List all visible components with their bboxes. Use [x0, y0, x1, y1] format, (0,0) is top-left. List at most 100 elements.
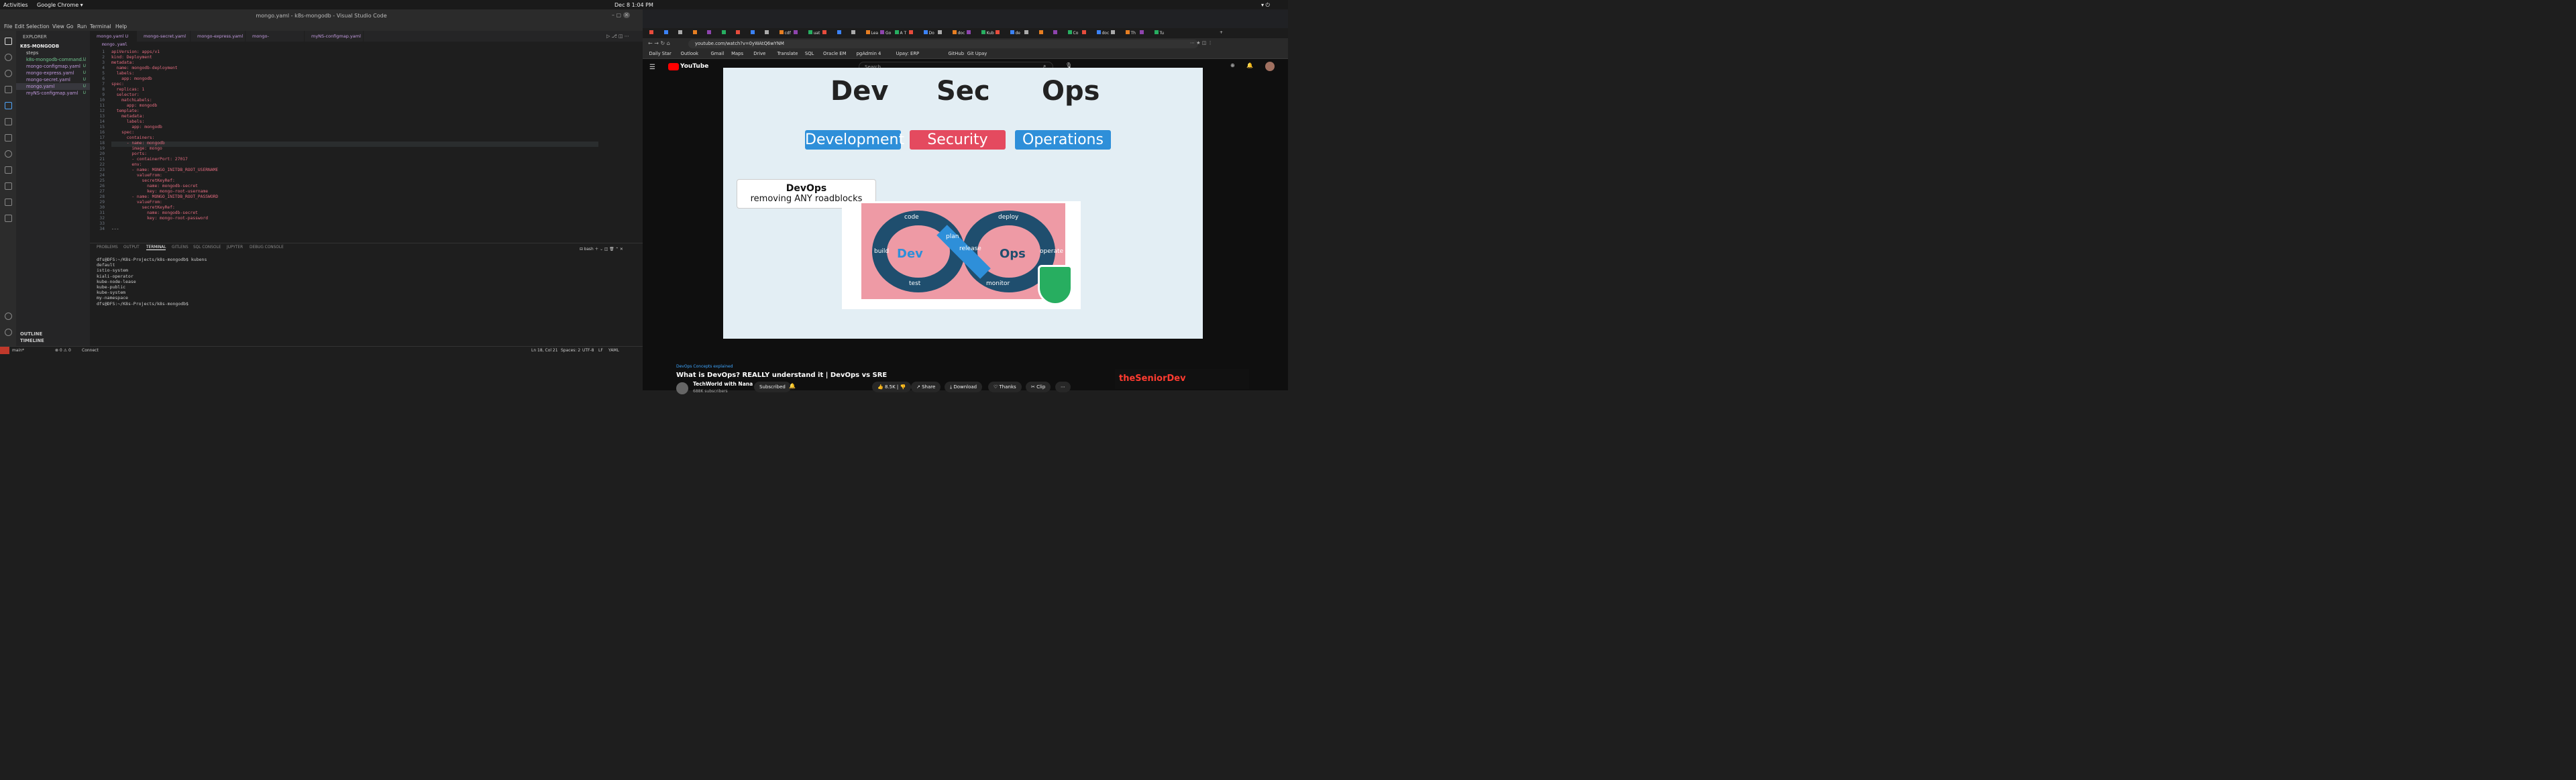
- menu-view[interactable]: View: [52, 23, 64, 30]
- tab-mongo-express[interactable]: mongo-express.yaml U: [191, 31, 246, 50]
- file-tree-item[interactable]: mongo-express.yaml U: [16, 70, 90, 76]
- browser-tab[interactable]: [663, 30, 678, 38]
- more-actions-button[interactable]: ⋯: [1055, 382, 1071, 392]
- tab-gitlens[interactable]: GITLENS: [172, 245, 189, 249]
- browser-tab[interactable]: [649, 30, 663, 38]
- connect-status[interactable]: Connect: [82, 348, 99, 353]
- notification-bell-icon[interactable]: 🔔: [789, 383, 796, 389]
- browser-tab[interactable]: [736, 30, 749, 38]
- active-app-menu[interactable]: Google Chrome ▾: [37, 2, 83, 8]
- youtube-logo-icon[interactable]: [668, 63, 679, 70]
- nav-buttons[interactable]: ← → ↻ ⌂: [648, 40, 670, 46]
- toolbar-icons[interactable]: ⋯ ★ ◫ ⋮: [1190, 40, 1213, 46]
- thanks-button[interactable]: ♡ Thanks: [988, 382, 1022, 392]
- timeline-section[interactable]: TIMELINE: [16, 337, 90, 344]
- like-button[interactable]: 👍 8.5K | 👎: [872, 382, 912, 392]
- terminal-shell-label[interactable]: ⊟ bash ＋ ⌄ ◫ 🗑 ⌃ ✕: [580, 245, 623, 252]
- clock[interactable]: Dec 8 1:04 PM: [614, 2, 653, 8]
- menu-selection[interactable]: Selection: [26, 23, 50, 30]
- kubernetes-icon[interactable]: [5, 199, 12, 206]
- browser-tab[interactable]: cdf: [779, 30, 793, 38]
- gitlens-icon[interactable]: [5, 150, 12, 158]
- browser-tab[interactable]: doc: [952, 30, 966, 38]
- browser-tab[interactable]: [707, 30, 720, 38]
- browser-tab[interactable]: [765, 30, 778, 38]
- bookmark-item[interactable]: Gmail: [710, 51, 724, 56]
- bookmark-item[interactable]: Oracle EM: [823, 51, 846, 56]
- browser-tab[interactable]: [794, 30, 807, 38]
- address-bar[interactable]: youtube.com/watch?v=0yWAtQ6wYNM: [688, 40, 1198, 48]
- notifications-bell-icon[interactable]: 🔔: [1246, 62, 1253, 68]
- browser-tab[interactable]: Go: [880, 30, 894, 38]
- browser-tab[interactable]: uat: [808, 30, 822, 38]
- file-tree-item[interactable]: mongo-configmap.yaml U: [16, 63, 90, 70]
- browser-tab[interactable]: Do: [923, 30, 937, 38]
- file-tree-item[interactable]: mongo-secret.yaml U: [16, 76, 90, 83]
- breadcrumb[interactable]: mongo.yaml: [102, 42, 127, 47]
- language-mode[interactable]: YAML: [608, 348, 619, 353]
- remote-indicator[interactable]: [0, 347, 9, 354]
- testing-icon[interactable]: [5, 134, 12, 142]
- menu-run[interactable]: Run: [77, 23, 87, 30]
- menu-help[interactable]: Help: [115, 23, 127, 30]
- browser-tab[interactable]: doc: [1096, 30, 1110, 38]
- docker-icon[interactable]: [5, 166, 12, 174]
- bookmark-item[interactable]: Upay: ERP: [896, 51, 920, 56]
- tab-jupyter[interactable]: JUPYTER: [227, 245, 243, 249]
- menu-edit[interactable]: Edit: [15, 23, 25, 30]
- browser-tab[interactable]: A T: [894, 30, 908, 38]
- tab-problems[interactable]: PROBLEMS: [97, 245, 118, 249]
- bookmark-item[interactable]: SQL: [805, 51, 814, 56]
- activities-button[interactable]: Activities: [3, 2, 28, 8]
- channel-name[interactable]: TechWorld with Nana: [693, 381, 753, 387]
- browser-tab[interactable]: [909, 30, 922, 38]
- browser-tab[interactable]: [967, 30, 980, 38]
- bookmark-item[interactable]: Git Upay: [967, 51, 987, 56]
- browser-tab[interactable]: [1024, 30, 1038, 38]
- subscribed-button[interactable]: Subscribed: [754, 382, 791, 392]
- tab-myns-configmap[interactable]: myNS-configmap.yaml U: [305, 31, 364, 50]
- database-icon[interactable]: [5, 182, 12, 190]
- send-icon[interactable]: [5, 215, 12, 222]
- tab-terminal[interactable]: TERMINAL: [146, 245, 166, 250]
- browser-tab[interactable]: Th: [1125, 30, 1139, 38]
- editor-actions[interactable]: ▷ ⎇ ◫ ⋯: [606, 34, 629, 39]
- browser-tab[interactable]: [1140, 30, 1153, 38]
- cursor-position[interactable]: Ln 18, Col 21: [531, 348, 558, 353]
- browser-tab[interactable]: [692, 30, 706, 38]
- avatar[interactable]: [1265, 62, 1275, 71]
- workspace-folder[interactable]: K8S-MONGODB: [16, 43, 90, 50]
- bookmark-item[interactable]: Maps: [731, 51, 743, 56]
- clip-button[interactable]: ✂ Clip: [1026, 382, 1051, 392]
- browser-tab[interactable]: [1038, 30, 1053, 38]
- source-control-icon[interactable]: [5, 70, 12, 77]
- extensions-icon[interactable]: [5, 102, 12, 109]
- tab-debug-console[interactable]: DEBUG CONSOLE: [250, 245, 284, 249]
- git-branch[interactable]: main*: [12, 348, 24, 353]
- browser-tab[interactable]: Kub: [981, 30, 995, 38]
- download-button[interactable]: ⤓ Download: [945, 382, 983, 392]
- browser-tab[interactable]: Lea: [865, 30, 879, 38]
- browser-tab[interactable]: [938, 30, 951, 38]
- channel-avatar[interactable]: [676, 382, 688, 394]
- settings-gear-icon[interactable]: [5, 329, 12, 336]
- tab-mongo-secret[interactable]: mongo-secret.yaml U: [137, 31, 191, 50]
- encoding[interactable]: UTF-8: [582, 348, 594, 353]
- run-debug-icon[interactable]: [5, 86, 12, 93]
- browser-tab[interactable]: [996, 30, 1009, 38]
- browser-tab[interactable]: Co: [1067, 30, 1081, 38]
- system-tray-icons[interactable]: ▾ ⏻: [1261, 2, 1270, 9]
- file-tree-item[interactable]: k8s-mongodb-command... U: [16, 56, 90, 63]
- bookmark-item[interactable]: GitHub: [948, 51, 964, 56]
- browser-tab[interactable]: [837, 30, 851, 38]
- browser-tab[interactable]: [750, 30, 764, 38]
- new-tab-button[interactable]: +: [1220, 30, 1223, 38]
- bookmark-item[interactable]: Translate: [777, 51, 798, 56]
- bookmark-item[interactable]: Daily Star: [649, 51, 671, 56]
- bookmark-item[interactable]: Drive: [753, 51, 765, 56]
- outline-section[interactable]: OUTLINE: [16, 331, 90, 337]
- create-icon[interactable]: ⊕: [1230, 62, 1235, 68]
- browser-tab[interactable]: [721, 30, 735, 38]
- menu-go[interactable]: Go: [66, 23, 73, 30]
- account-icon[interactable]: [5, 313, 12, 320]
